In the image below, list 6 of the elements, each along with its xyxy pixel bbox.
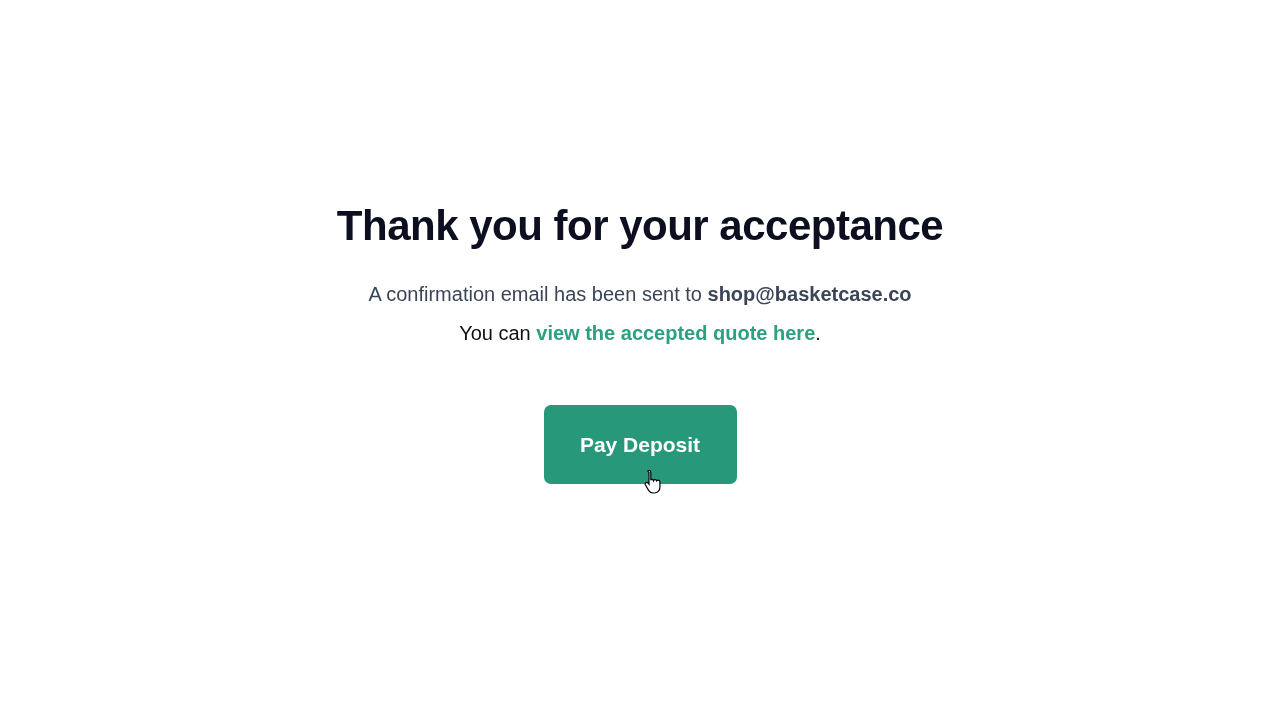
confirmation-text: A confirmation email has been sent to shop@basketcase.co — [368, 282, 912, 307]
quote-link[interactable]: view the accepted quote here — [536, 322, 816, 344]
pay-deposit-button[interactable]: Pay Deposit — [543, 405, 737, 484]
pointer-cursor-icon — [643, 469, 664, 494]
page-heading: Thank you for your acceptance — [336, 201, 944, 251]
quote-text: You can view the accepted quote here. — [459, 321, 821, 346]
